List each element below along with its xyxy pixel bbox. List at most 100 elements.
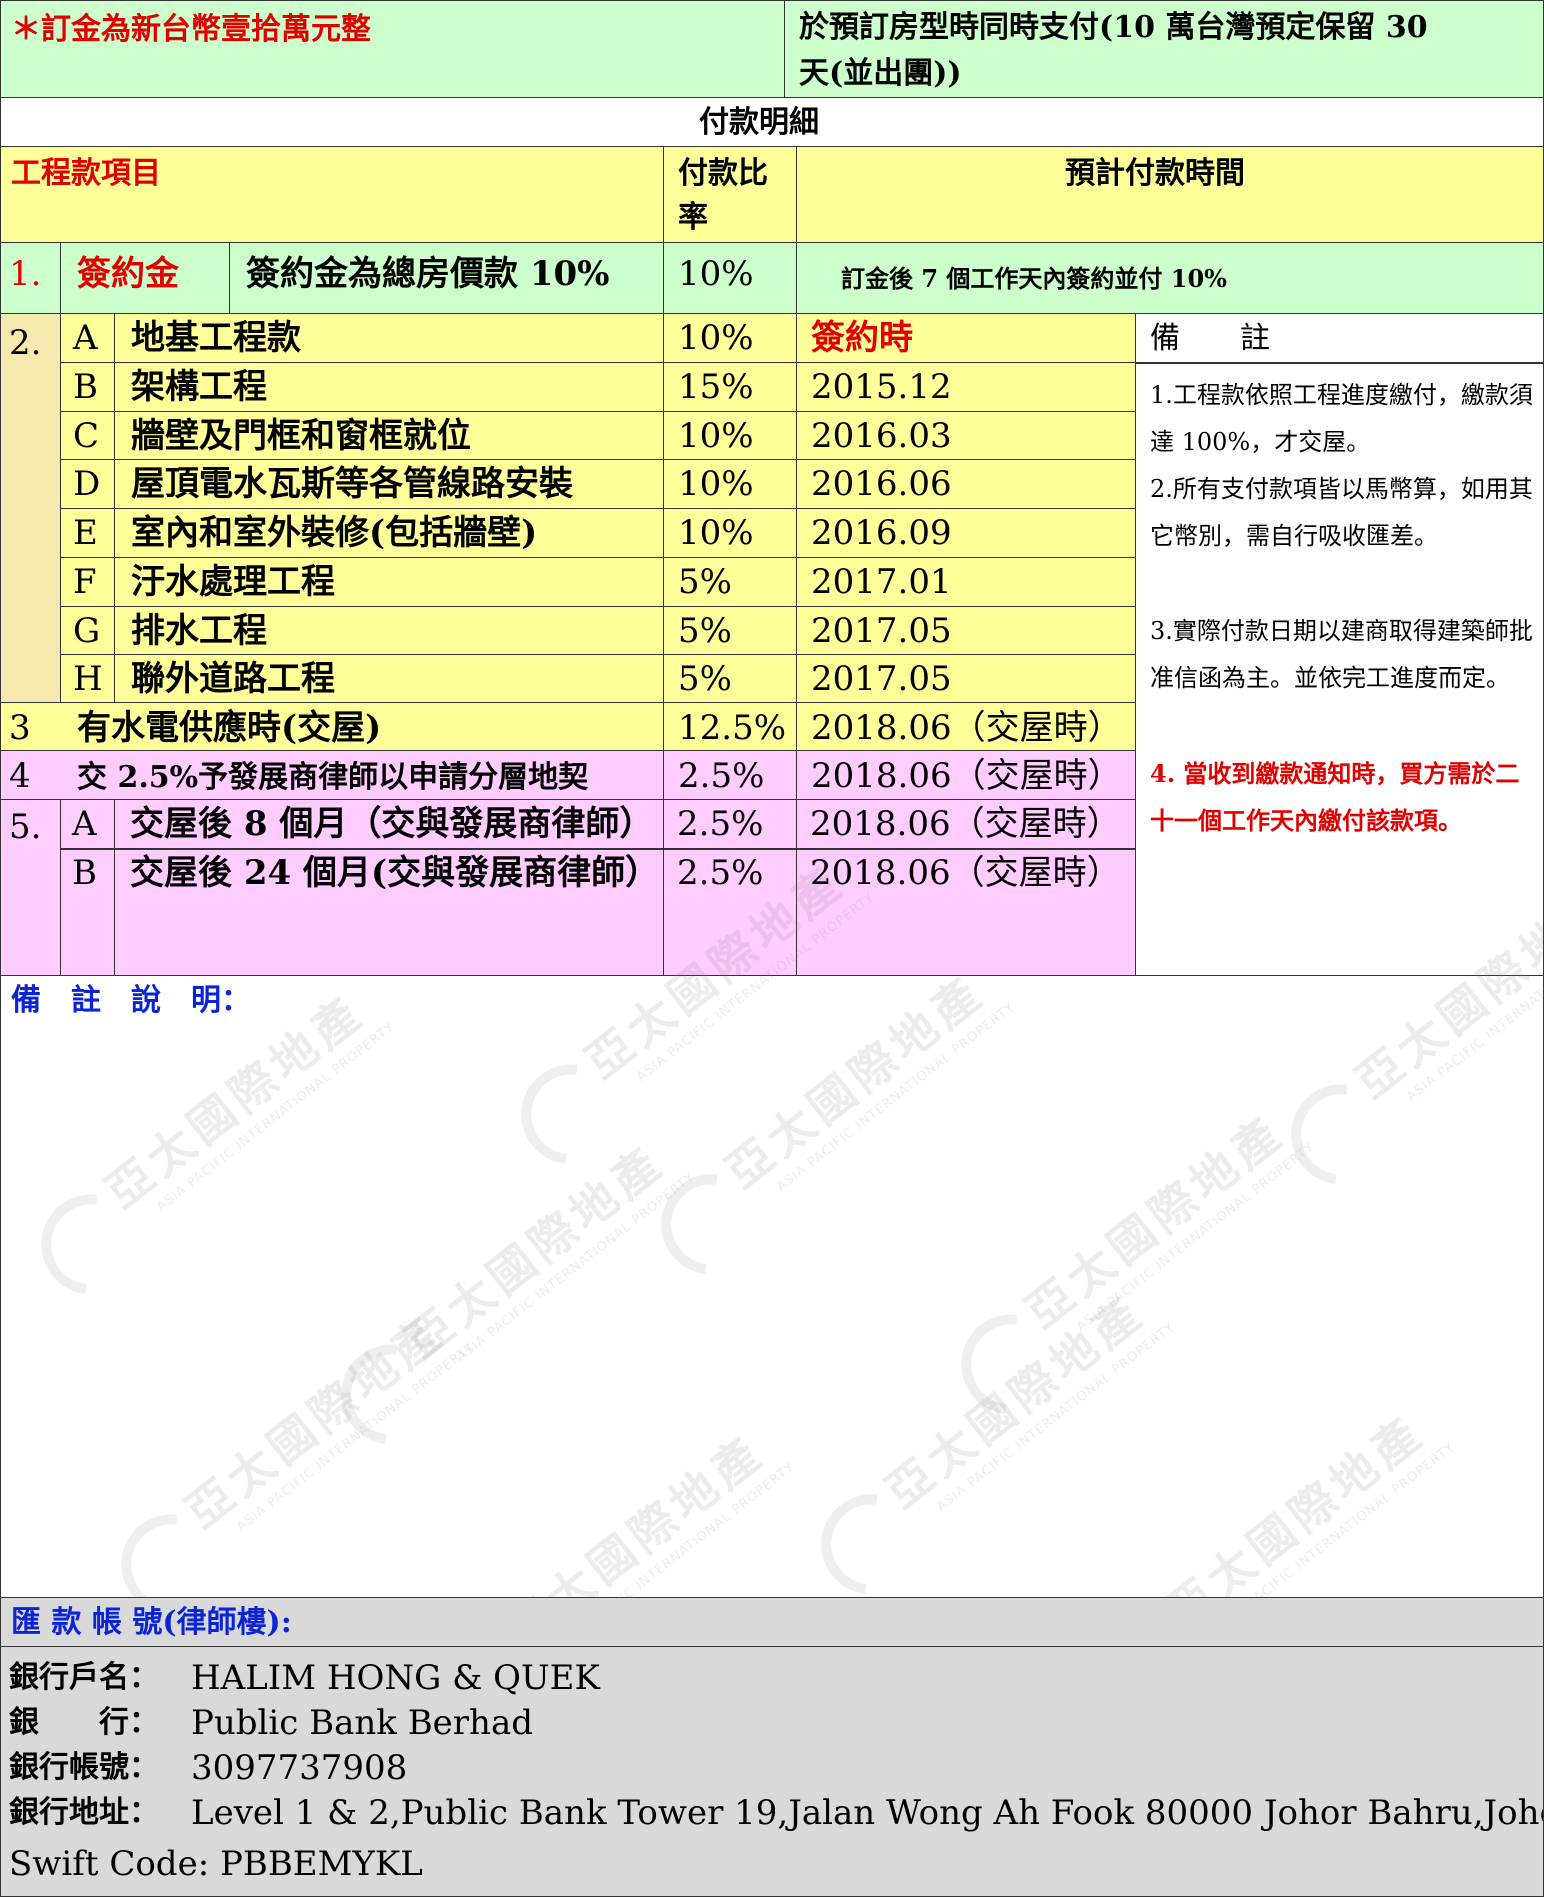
header-item-label: 工程款項目 xyxy=(11,156,161,191)
row3-num: 3 xyxy=(9,708,31,748)
row2-time-cell: 2017.05 xyxy=(796,605,1136,656)
row2-time: 2015.12 xyxy=(811,366,952,407)
row2-ratio: 5% xyxy=(678,561,732,602)
row3-time: 2018.06（交屋時） xyxy=(811,708,1122,748)
header-ratio-line2: 率 xyxy=(678,200,708,235)
row2-name-cell: 聯外道路工程 xyxy=(114,654,664,704)
bank-heading: 匯 款 帳 號(律師樓): xyxy=(11,1605,292,1640)
row2-ratio: 10% xyxy=(678,318,754,358)
row2-letter: F xyxy=(73,561,97,602)
remarks-title: 備 註 xyxy=(1150,321,1270,356)
row3-ratio: 12.5% xyxy=(678,708,787,748)
remarks-divider xyxy=(1136,362,1543,364)
row2-time: 2016.03 xyxy=(811,415,952,456)
row1-num-cell: 1. xyxy=(0,242,61,314)
row3-name: 有水電供應時(交屋) xyxy=(77,708,382,748)
row2-letter-cell: C xyxy=(60,410,115,461)
row2-name: 室內和室外裝修(包括牆壁) xyxy=(131,513,538,553)
row2-name: 汙水處理工程 xyxy=(131,561,335,602)
row2-time: 2016.09 xyxy=(811,513,952,553)
row2-name: 牆壁及門框和窗框就位 xyxy=(131,415,471,456)
row2-letter-cell: D xyxy=(60,459,115,509)
row1-desc: 簽約金為總房價款 10% xyxy=(246,254,610,294)
row2-name-cell: 室內和室外裝修(包括牆壁) xyxy=(114,508,664,558)
row2-ratio: 5% xyxy=(678,659,732,700)
row2-ratio-cell: 10% xyxy=(663,459,797,509)
row2-letter: A xyxy=(73,318,98,358)
bank-row-label: 銀行戶名： xyxy=(9,1660,159,1695)
bank-row-value: 3097737908 xyxy=(191,1748,408,1788)
row2-name-cell: 排水工程 xyxy=(114,605,664,656)
row5-time: 2018.06（交屋時） xyxy=(810,804,1121,844)
row2-time-cell: 2015.12 xyxy=(796,361,1136,412)
row2-letter: B xyxy=(73,366,98,407)
row2-ratio-cell: 10% xyxy=(663,410,797,461)
row2-letter: D xyxy=(73,464,101,505)
bank-heading-cell: 匯 款 帳 號(律師樓): xyxy=(0,1597,1544,1647)
remark-note-2: 2.所有支付款項皆以馬幣算，如用其它幣別，需自行吸收匯差。 xyxy=(1150,475,1533,550)
row4-ratio-cell: 2.5% xyxy=(663,750,797,800)
row2-letter-cell: A xyxy=(60,313,115,363)
row2-name: 屋頂電水瓦斯等各管線路安裝 xyxy=(131,464,573,505)
row5-num: 5. xyxy=(9,807,42,847)
row5-name: 交屋後 8 個月（交與發展商律師） xyxy=(130,804,654,844)
row1-time-cell: 訂金後 7 個工作天內簽約並付 10% xyxy=(796,242,1544,314)
row3-ratio-cell: 12.5% xyxy=(663,702,797,751)
row5-letter: B xyxy=(72,853,97,893)
row2-name-cell: 架構工程 xyxy=(114,361,664,412)
header-time: 預計付款時間 xyxy=(796,146,1544,243)
row2-ratio-cell: 5% xyxy=(663,605,797,656)
deposit-cell: ＊訂金為新台幣壹拾萬元整 xyxy=(0,0,785,98)
row2-ratio: 10% xyxy=(678,513,754,553)
row2-time: 2017.01 xyxy=(811,561,952,602)
row3-name-cell: 3 有水電供應時(交屋) xyxy=(0,702,664,751)
header-ratio: 付款比 率 xyxy=(663,146,797,243)
row2-name: 地基工程款 xyxy=(131,318,301,358)
deposit-note-cell: 於預訂房型時同時支付(10 萬台灣預定保留 30 天(並出團)) xyxy=(784,0,1544,98)
bank-details-cell: 銀行戶名： HALIM HONG & QUEK 銀 行： Public Bank Be… xyxy=(0,1646,1544,1897)
row2-time-cell: 2016.06 xyxy=(796,459,1136,509)
row5-name: 交屋後 24 個月(交與發展商律師） xyxy=(130,853,660,893)
row4-time: 2018.06（交屋時） xyxy=(811,756,1122,796)
row5-letter: A xyxy=(72,804,97,844)
row1-desc-cell: 簽約金為總房價款 10% xyxy=(229,242,664,314)
bank-row-label: 銀 行： xyxy=(9,1705,159,1740)
row2-letter-cell: F xyxy=(60,556,115,607)
deposit-note-line1: 於預訂房型時同時支付(10 萬台灣預定保留 30 xyxy=(799,10,1428,45)
row5-ratio: 2.5% xyxy=(677,804,764,844)
row2-letter-cell: E xyxy=(60,508,115,558)
row2-time-cell: 2016.09 xyxy=(796,508,1136,558)
row1-name: 簽約金 xyxy=(77,254,179,294)
row2-name: 排水工程 xyxy=(131,610,267,651)
row2-letter-cell: H xyxy=(60,654,115,704)
row2-name-cell: 牆壁及門框和窗框就位 xyxy=(114,410,664,461)
payment-title: 付款明細 xyxy=(699,105,819,140)
row2-name-cell: 汙水處理工程 xyxy=(114,556,664,607)
deposit-text: ＊訂金為新台幣壹拾萬元整 xyxy=(11,12,371,47)
row4-name: 交 2.5%予發展商律師以申請分層地契 xyxy=(77,760,589,795)
row2-letter-cell: B xyxy=(60,361,115,412)
row2-ratio-cell: 10% xyxy=(663,313,797,363)
row2-letter: G xyxy=(73,610,101,651)
bank-row-label: 銀行帳號： xyxy=(9,1750,159,1785)
row4-num: 4 xyxy=(9,756,31,796)
row1-ratio: 10% xyxy=(678,254,754,294)
bank-row-value: HALIM HONG & QUEK xyxy=(191,1658,600,1698)
row2-ratio-cell: 5% xyxy=(663,556,797,607)
row2-num: 2. xyxy=(9,323,42,363)
row2-ratio: 15% xyxy=(678,366,754,407)
row2-time-cell: 2017.01 xyxy=(796,556,1136,607)
row2-name: 聯外道路工程 xyxy=(131,659,335,700)
row4-ratio: 2.5% xyxy=(678,756,765,796)
row2-time: 2017.05 xyxy=(811,659,952,700)
row2-time: 2017.05 xyxy=(811,610,952,651)
row2-time-cell: 2016.03 xyxy=(796,410,1136,461)
remark-note-4: 4. 當收到繳款通知時，買方需於二十一個工作天內繳付該款項。 xyxy=(1150,759,1520,835)
row4-name-cell: 4 交 2.5%予發展商律師以申請分層地契 xyxy=(0,750,664,800)
row2-time-cell: 簽約時 xyxy=(796,313,1136,363)
row5-divider xyxy=(60,848,1136,850)
header-time-label: 預計付款時間 xyxy=(1065,156,1245,191)
row2-letter-cell: G xyxy=(60,605,115,656)
row2-ratio: 10% xyxy=(678,415,754,456)
bank-row-value: Public Bank Berhad xyxy=(191,1703,533,1743)
